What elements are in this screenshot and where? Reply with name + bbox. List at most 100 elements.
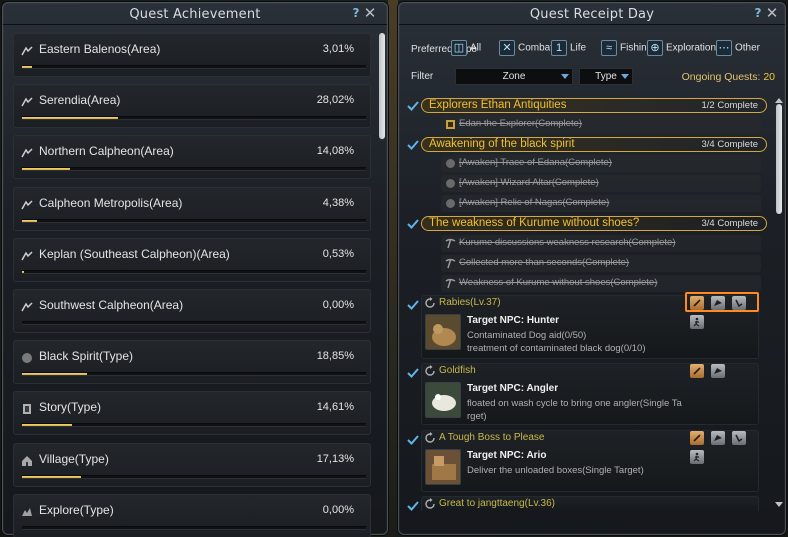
auto-move-icon[interactable] (732, 431, 747, 445)
achievement-percent: 28,02% (316, 94, 354, 107)
navigate-icon[interactable] (711, 431, 726, 445)
achievement-name: Northern Calpheon(Area) (39, 144, 174, 159)
achievement-item[interactable]: Calpheon Metropolis(Area) 4,38% (13, 186, 371, 231)
achievement-item[interactable]: Keplan (Southeast Calpheon)(Area) 0,53% (13, 237, 371, 282)
quest-title: Goldfish (439, 365, 476, 376)
filter-row: Filter Zone Type Ongoing Quests: 20 (407, 67, 779, 87)
achievement-name: Story(Type) (39, 400, 102, 415)
achievement-item[interactable]: Serendia(Area) 28,02% (13, 84, 371, 129)
achievement-percent: 0,00% (322, 298, 354, 311)
quest-group-header[interactable]: Explorers Ethan Antiquities 1/2 Complete (407, 98, 767, 115)
quest-subitem[interactable]: Edan the Explorer(Complete) (441, 116, 761, 133)
quill-icon[interactable] (690, 431, 704, 445)
quest-title: Rabies(Lv.37) (439, 297, 501, 308)
explore-icon (21, 503, 33, 516)
checkmark-icon[interactable] (407, 218, 419, 230)
achievement-item[interactable]: Eastern Balenos(Area) 3,01% (13, 33, 371, 77)
progress-fill (22, 270, 24, 273)
scroll-down-icon[interactable] (775, 502, 783, 507)
pickaxe-icon (445, 258, 456, 269)
pref-option-combat[interactable]: ✕ Combat (499, 40, 553, 58)
village-icon (21, 452, 33, 466)
quest-subitem[interactable]: Kurume discussions weakness research(Com… (441, 235, 761, 252)
titlebar[interactable]: Quest Achievement ? ✕ (3, 3, 387, 25)
achievement-name: Southwest Calpheon(Area) (39, 297, 184, 312)
pref-option-exploration[interactable]: ⊕ Exploration (647, 40, 716, 58)
npc-portrait (425, 382, 461, 418)
repeat-icon (425, 365, 435, 376)
repeat-icon (425, 432, 435, 443)
quest-subitem[interactable]: [Awaken] Relic of Nagas(Complete) (441, 195, 761, 212)
quest-card[interactable]: A Tough Boss to Please Target NPC: Ario … (407, 430, 759, 492)
achievement-percent: 14,61% (316, 401, 354, 414)
progress-bar (22, 320, 366, 325)
help-icon[interactable]: ? (349, 6, 363, 21)
progress-bar (22, 167, 366, 172)
quest-achievement-window: Quest Achievement ? ✕ Eastern Balenos(Ar… (2, 2, 388, 537)
walk-icon[interactable] (690, 315, 704, 329)
area-icon (21, 42, 33, 56)
quest-list: Explorers Ethan Antiquities 1/2 Complete… (407, 93, 773, 511)
quest-npc: Target NPC: Ario (467, 450, 547, 461)
quest-group-header[interactable]: The weakness of Kurume without shoes? 3/… (407, 216, 767, 233)
scrollbar-thumb[interactable] (776, 104, 782, 214)
navigate-icon[interactable] (711, 364, 726, 378)
walk-icon[interactable] (690, 450, 704, 464)
pref-option-all[interactable]: ◫ All (451, 40, 481, 58)
achievement-name: Village(Type) (39, 451, 109, 466)
quest-subitem[interactable]: Weakness of Kurume without shoes(Complet… (441, 275, 761, 292)
checkmark-icon[interactable] (407, 100, 419, 112)
quest-subitem[interactable]: Collected more than seconds(Complete) (441, 255, 761, 272)
quest-group-title: Explorers Ethan Antiquities (429, 99, 567, 111)
help-icon[interactable]: ? (751, 6, 765, 21)
achievement-item[interactable]: Village(Type) 17,13% (13, 442, 371, 487)
quest-subitem[interactable]: [Awaken] Trace of Edana(Complete) (441, 155, 761, 172)
zone-dropdown[interactable]: Zone (455, 68, 573, 85)
black-spirit-icon (446, 199, 455, 208)
pref-option-other[interactable]: ⋯ Other (716, 40, 760, 58)
repeat-icon (425, 297, 435, 308)
pref-option-life[interactable]: 1 Life (551, 40, 586, 58)
achievement-item[interactable]: Explore(Type) 0,00% (13, 493, 371, 537)
story-icon (21, 400, 33, 415)
progress-bar (22, 474, 366, 479)
achievement-percent: 14,08% (316, 145, 354, 158)
pickaxe-icon (445, 278, 456, 289)
achievement-name: Explore(Type) (39, 502, 114, 517)
progress-fill (22, 219, 38, 222)
pref-option-fishing[interactable]: ≈ Fishing (601, 40, 652, 58)
life-icon: 1 (551, 40, 567, 56)
achievement-percent: 17,13% (316, 452, 354, 465)
window-title: Quest Receipt Day (529, 7, 655, 22)
achievement-list: Eastern Balenos(Area) 3,01% Serendia(Area)… (13, 33, 371, 537)
quest-description: Contaminated Dog aid(0/50) treatment of … (467, 330, 646, 354)
quest-card[interactable]: Great to jangttaeng(Lv.36) (407, 496, 759, 511)
close-icon[interactable]: ✕ (363, 6, 377, 21)
titlebar[interactable]: Quest Receipt Day ? ✕ (399, 3, 785, 25)
achievement-item[interactable]: Black Spirit(Type) 18,85% (13, 340, 371, 385)
progress-fill (22, 66, 33, 68)
close-icon[interactable]: ✕ (765, 6, 779, 21)
quest-receipt-window: Quest Receipt Day ? ✕ Preferred Type ◫ Al… (398, 2, 786, 535)
quest-group-title: Awakening of the black spirit (429, 138, 575, 150)
achievement-item[interactable]: Northern Calpheon(Area) 14,08% (13, 135, 371, 180)
progress-fill (22, 168, 71, 171)
quest-group-status: 3/4 Complete (701, 218, 758, 229)
achievement-item[interactable]: Story(Type) 14,61% (13, 391, 371, 436)
scrollbar[interactable] (379, 31, 385, 141)
progress-bar (22, 525, 366, 530)
checkmark-icon[interactable] (407, 139, 419, 151)
black-spirit-icon (21, 349, 33, 364)
quest-title: A Tough Boss to Please (439, 432, 545, 443)
type-dropdown[interactable]: Type (579, 68, 633, 85)
scrollbar[interactable] (775, 98, 783, 508)
quest-group-header[interactable]: Awakening of the black spirit 3/4 Comple… (407, 137, 767, 154)
scroll-up-icon[interactable] (775, 98, 783, 103)
scrollbar-thumb[interactable] (379, 33, 385, 139)
quest-card[interactable]: Goldfish Target NPC: Angler floated on w… (407, 363, 759, 425)
quill-icon[interactable] (690, 364, 704, 378)
quest-description: Deliver the unloaded boxes(Single Target… (467, 465, 644, 476)
progress-fill (22, 373, 87, 376)
achievement-item[interactable]: Southwest Calpheon(Area) 0,00% (13, 288, 371, 333)
quest-subitem[interactable]: [Awaken] Wizard Altar(Complete) (441, 175, 761, 192)
